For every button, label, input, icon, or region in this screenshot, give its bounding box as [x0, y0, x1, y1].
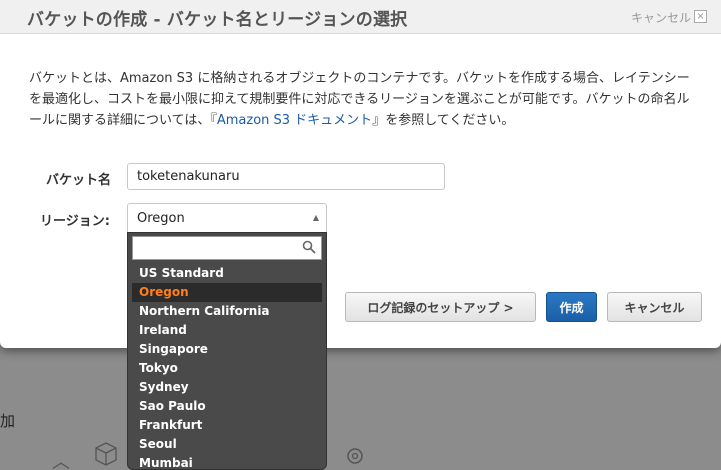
dialog-title: バケットの作成 - バケット名とリージョンの選択	[27, 10, 408, 30]
region-option[interactable]: Ireland	[132, 321, 322, 340]
region-option[interactable]: Frankfurt	[132, 416, 322, 435]
close-icon[interactable]: ×	[694, 10, 707, 23]
region-option[interactable]: Mumbai	[132, 454, 322, 469]
triangle-up-icon: ▲	[312, 213, 319, 222]
region-dropdown-list: US Standard Oregon Northern California Irel…	[127, 232, 327, 470]
chevron-up-icon: ︿	[52, 452, 70, 470]
region-option[interactable]: Sao Paulo	[132, 397, 322, 416]
create-bucket-dialog: バケットの作成 - バケット名とリージョンの選択 キャンセル × バケットとは、…	[0, 0, 721, 348]
region-search-box	[132, 236, 322, 260]
region-option[interactable]: US Standard	[132, 264, 322, 283]
region-label: リージョン:	[40, 214, 110, 229]
region-option[interactable]: Seoul	[132, 435, 322, 454]
create-button[interactable]: 作成	[546, 292, 597, 322]
description-text-end: 』を参照してください。	[372, 113, 515, 128]
header-cancel-link[interactable]: キャンセル	[631, 9, 691, 26]
dialog-description: バケットとは、Amazon S3 に格納されるオブジェクトのコンテナです。バケッ…	[29, 68, 699, 131]
region-option[interactable]: Tokyo	[132, 359, 322, 378]
dialog-header: バケットの作成 - バケット名とリージョンの選択 キャンセル ×	[0, 0, 721, 34]
region-option[interactable]: Oregon	[132, 283, 322, 302]
region-select-value: Oregon	[137, 211, 185, 226]
search-icon	[302, 240, 316, 254]
s3-documentation-link[interactable]: Amazon S3 ドキュメント	[217, 113, 372, 128]
region-option[interactable]: Singapore	[132, 340, 322, 359]
setup-logging-button[interactable]: ログ記録のセットアップ >	[345, 292, 536, 322]
cancel-button[interactable]: キャンセル	[607, 292, 702, 322]
region-option[interactable]: Northern California	[132, 302, 322, 321]
region-option[interactable]: Sydney	[132, 378, 322, 397]
bucket-name-label: バケット名	[46, 173, 112, 188]
region-select[interactable]: Oregon ▲	[127, 203, 327, 233]
region-options: US Standard Oregon Northern California Irel…	[132, 264, 322, 469]
background-partial-text: 加	[0, 412, 16, 430]
bucket-name-input[interactable]	[127, 163, 445, 190]
box-icon	[93, 440, 119, 470]
gear-icon	[343, 444, 367, 470]
region-search-input[interactable]	[133, 237, 293, 259]
